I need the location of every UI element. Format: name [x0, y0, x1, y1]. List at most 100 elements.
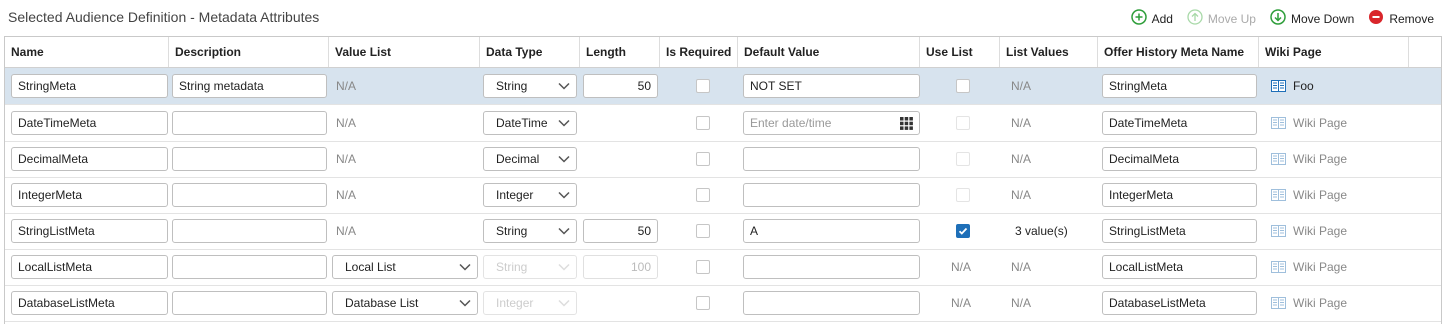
name-input[interactable]: DateTimeMeta	[11, 111, 168, 135]
column-header-list-values[interactable]: List Values	[1000, 37, 1098, 67]
use-list-checkbox[interactable]	[956, 152, 970, 166]
wiki-page-link[interactable]: Wiki Page	[1271, 260, 1347, 274]
use-list-checkbox[interactable]	[956, 224, 970, 238]
name-input[interactable]: LocalListMeta	[11, 255, 168, 279]
move-up-button[interactable]: Move Up	[1187, 9, 1256, 28]
name-input[interactable]: StringListMeta	[11, 219, 168, 243]
description-input[interactable]	[172, 111, 327, 135]
value-list-select[interactable]: Database List	[332, 291, 478, 315]
description-input[interactable]	[172, 183, 327, 207]
default-value-datetime-input[interactable]: Enter date/time	[743, 111, 920, 135]
data-type-value: String	[496, 260, 528, 274]
wiki-page-link[interactable]: Wiki Page	[1271, 296, 1347, 310]
header-row: Name Description Value List Data Type Le…	[5, 37, 1441, 68]
value-list-text: N/A	[336, 116, 357, 130]
add-button[interactable]: Add	[1130, 9, 1173, 28]
length-input: 100	[583, 255, 658, 279]
column-header-default-value[interactable]: Default Value	[738, 37, 920, 67]
table-row[interactable]: DateTimeMeta N/A DateTime Enter date/tim…	[5, 105, 1441, 142]
value-list-text: N/A	[336, 188, 357, 202]
offer-history-meta-input[interactable]: DecimalMeta	[1102, 147, 1257, 171]
table-row[interactable]: StringListMeta N/A String 50 A 3 value(s…	[5, 213, 1441, 250]
offer-history-meta-input[interactable]: StringListMeta	[1102, 219, 1257, 243]
default-value-input[interactable]: NOT SET	[743, 74, 920, 98]
use-list-text: N/A	[951, 260, 972, 274]
wiki-page-link[interactable]: Wiki Page	[1271, 116, 1347, 130]
wiki-page-link[interactable]: Foo	[1271, 79, 1314, 93]
use-list-checkbox[interactable]	[956, 79, 970, 93]
data-type-select[interactable]: DateTime	[483, 111, 577, 135]
offer-history-meta-input[interactable]: StringMeta	[1102, 74, 1257, 98]
is-required-checkbox[interactable]	[696, 260, 710, 274]
table-row[interactable]: StringMeta String metadata N/A String 50…	[5, 68, 1441, 105]
offer-history-meta-input[interactable]: LocalListMeta	[1102, 255, 1257, 279]
wiki-page-label: Wiki Page	[1293, 116, 1348, 130]
default-value-input[interactable]	[743, 183, 920, 207]
description-input[interactable]	[172, 255, 327, 279]
wiki-page-link[interactable]: Wiki Page	[1271, 188, 1347, 202]
value-list-text: N/A	[336, 224, 357, 238]
name-input[interactable]: DatabaseListMeta	[11, 291, 168, 315]
default-value-input[interactable]	[743, 255, 920, 279]
column-header-name[interactable]: Name	[5, 37, 169, 67]
use-list-checkbox[interactable]	[956, 188, 970, 202]
table-row[interactable]: IntegerMeta N/A Integer N/A IntegerMeta …	[5, 177, 1441, 214]
header: Selected Audience Definition - Metadata …	[0, 0, 1444, 36]
column-header-data-type[interactable]: Data Type	[480, 37, 580, 67]
remove-button[interactable]: Remove	[1368, 9, 1434, 28]
chevron-down-icon	[558, 155, 570, 163]
wiki-page-link[interactable]: Wiki Page	[1271, 224, 1347, 238]
data-type-select[interactable]: String	[483, 219, 577, 243]
list-values-text: N/A	[1011, 260, 1032, 274]
value-list-text: N/A	[336, 79, 357, 93]
value-list-select[interactable]: Local List	[332, 255, 478, 279]
default-value-input[interactable]	[743, 291, 920, 315]
wiki-page-label: Wiki Page	[1293, 152, 1348, 166]
column-header-description[interactable]: Description	[169, 37, 329, 67]
wiki-page-label: Wiki Page	[1293, 260, 1348, 274]
is-required-checkbox[interactable]	[696, 296, 710, 310]
use-list-text: N/A	[951, 296, 972, 310]
is-required-checkbox[interactable]	[696, 79, 710, 93]
column-header-is-required[interactable]: Is Required	[660, 37, 738, 67]
length-input[interactable]: 50	[583, 74, 658, 98]
wiki-page-link[interactable]: Wiki Page	[1271, 152, 1347, 166]
name-input[interactable]: StringMeta	[11, 74, 168, 98]
column-header-offer-history-meta-name[interactable]: Offer History Meta Name	[1098, 37, 1259, 67]
default-value-input[interactable]	[743, 147, 920, 171]
offer-history-meta-input[interactable]: DateTimeMeta	[1102, 111, 1257, 135]
table-row[interactable]: LocalListMeta Local List String 100 N/A …	[5, 249, 1441, 286]
column-header-length[interactable]: Length	[580, 37, 660, 67]
data-type-select[interactable]: Integer	[483, 183, 577, 207]
offer-history-meta-input[interactable]: DatabaseListMeta	[1102, 291, 1257, 315]
name-input[interactable]: IntegerMeta	[11, 183, 168, 207]
description-input[interactable]: String metadata	[172, 74, 327, 98]
list-values-link[interactable]: 3 value(s)	[1015, 224, 1068, 238]
description-input[interactable]	[172, 219, 327, 243]
table-row[interactable]: DatabaseListMeta Database List Integer N…	[5, 285, 1441, 322]
name-input[interactable]: DecimalMeta	[11, 147, 168, 171]
data-type-select: String	[483, 255, 577, 279]
is-required-checkbox[interactable]	[696, 116, 710, 130]
data-type-value: String	[496, 224, 528, 238]
is-required-checkbox[interactable]	[696, 188, 710, 202]
data-type-select[interactable]: String	[483, 74, 577, 98]
move-down-button[interactable]: Move Down	[1270, 9, 1354, 28]
calendar-grid-icon[interactable]	[900, 116, 913, 130]
column-header-wiki-page[interactable]: Wiki Page	[1259, 37, 1409, 67]
data-type-select[interactable]: Decimal	[483, 147, 577, 171]
list-values-text: N/A	[1011, 116, 1032, 130]
column-header-value-list[interactable]: Value List	[329, 37, 480, 67]
list-values-text: N/A	[1011, 79, 1032, 93]
is-required-checkbox[interactable]	[696, 224, 710, 238]
is-required-checkbox[interactable]	[696, 152, 710, 166]
wiki-page-label: Foo	[1293, 79, 1314, 93]
default-value-input[interactable]: A	[743, 219, 920, 243]
offer-history-meta-input[interactable]: IntegerMeta	[1102, 183, 1257, 207]
description-input[interactable]	[172, 147, 327, 171]
use-list-checkbox[interactable]	[956, 116, 970, 130]
length-input[interactable]: 50	[583, 219, 658, 243]
table-row[interactable]: DecimalMeta N/A Decimal N/A DecimalMeta …	[5, 141, 1441, 178]
description-input[interactable]	[172, 291, 327, 315]
column-header-use-list[interactable]: Use List	[920, 37, 1000, 67]
